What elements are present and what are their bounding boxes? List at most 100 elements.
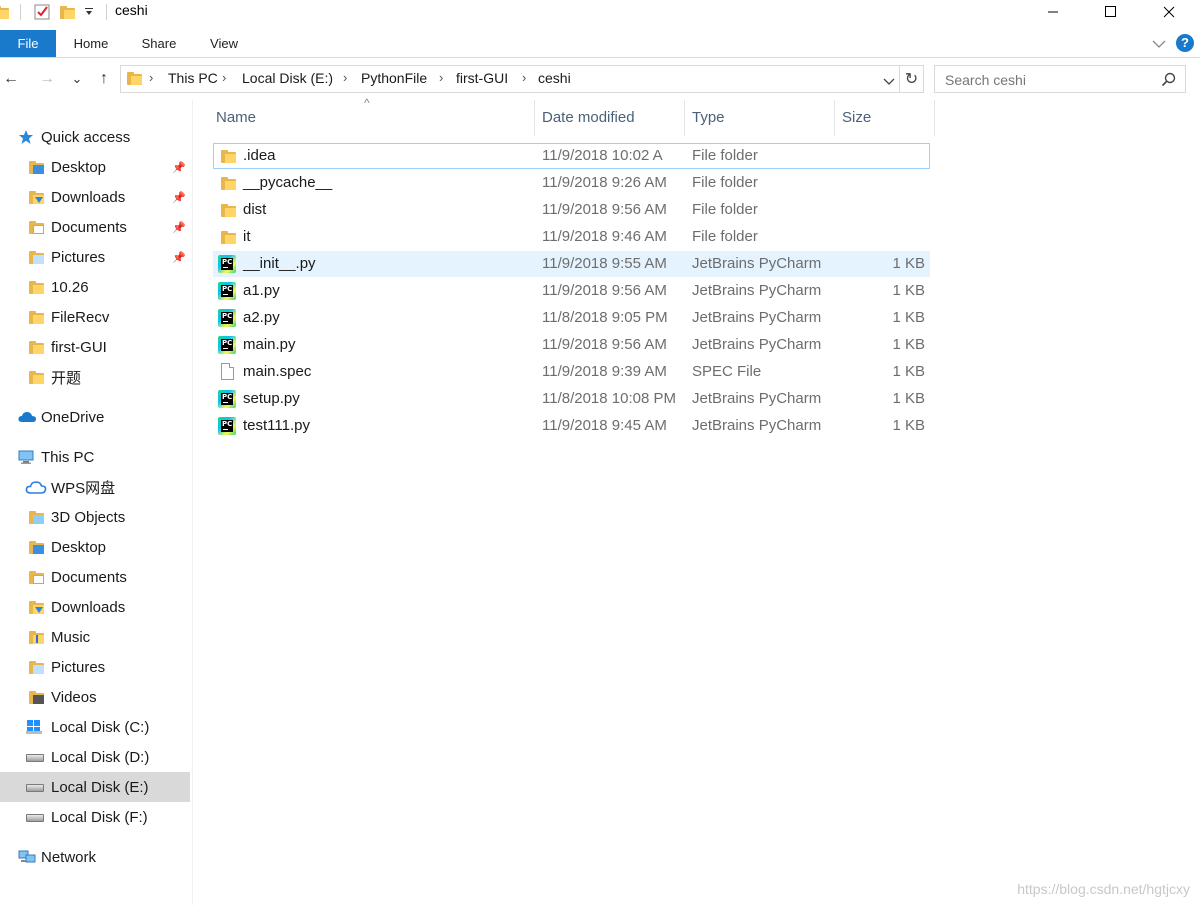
tab-home[interactable]: Home	[64, 30, 118, 57]
sidebar-item-this-pc[interactable]: This PC	[0, 442, 190, 472]
windows-drive-icon	[26, 720, 42, 734]
pycharm-file-icon: PC	[218, 282, 236, 300]
sidebar-item-onedrive[interactable]: OneDrive	[0, 402, 190, 432]
search-box[interactable]	[934, 65, 1186, 93]
file-row-idea[interactable]: .idea 11/9/2018 10:02 A File folder	[213, 143, 930, 169]
folder-icon	[221, 231, 236, 244]
file-row-pycache[interactable]: __pycache__ 11/9/2018 9:26 AM File folde…	[213, 170, 930, 196]
sidebar-item-kaiti[interactable]: 开题	[0, 362, 190, 392]
sidebar-item-wps-cloud[interactable]: WPS网盘	[0, 472, 190, 502]
breadcrumb-this-pc[interactable]: This PC	[168, 70, 218, 86]
documents-folder-icon	[29, 571, 44, 584]
sidebar-item-pictures-pc[interactable]: Pictures	[0, 652, 190, 682]
search-icon[interactable]	[1161, 72, 1176, 90]
maximize-icon[interactable]	[1087, 0, 1133, 24]
file-name: a2.py	[243, 309, 280, 326]
column-header-size[interactable]: Size	[835, 100, 935, 136]
sidebar-item-downloads-pc[interactable]: Downloads	[0, 592, 190, 622]
column-header-name[interactable]: Name	[209, 100, 535, 136]
breadcrumb-ceshi[interactable]: ceshi	[538, 70, 571, 86]
column-header-date-modified[interactable]: Date modified	[535, 100, 685, 136]
new-folder-icon[interactable]	[60, 3, 75, 21]
file-row-main-spec[interactable]: main.spec 11/9/2018 9:39 AM SPEC File 1 …	[213, 359, 930, 385]
sidebar-item-label: Downloads	[51, 188, 126, 206]
search-input[interactable]	[943, 70, 1157, 90]
file-row-init-py[interactable]: PC __init__.py 11/9/2018 9:55 AM JetBrai…	[213, 251, 930, 277]
breadcrumb-pythonfile[interactable]: PythonFile	[361, 70, 427, 86]
file-row-test111-py[interactable]: PC test111.py 11/9/2018 9:45 AM JetBrain…	[213, 413, 930, 439]
sidebar-item-3d-objects[interactable]: 3D Objects	[0, 502, 190, 532]
recent-locations-button[interactable]: ⌄	[66, 67, 88, 91]
sidebar-item-documents[interactable]: Documents 📌	[0, 212, 190, 242]
address-dropdown-icon[interactable]	[883, 74, 895, 90]
minimize-icon[interactable]	[1030, 0, 1076, 24]
file-row-dist[interactable]: dist 11/9/2018 9:56 AM File folder	[213, 197, 930, 223]
file-type: SPEC File	[692, 363, 762, 380]
customize-dropdown-icon[interactable]	[84, 3, 94, 21]
sidebar-item-first-gui[interactable]: first-GUI	[0, 332, 190, 362]
sidebar-item-local-disk-e[interactable]: Local Disk (E:)	[0, 772, 190, 802]
breadcrumb-local-disk-e[interactable]: Local Disk (E:)	[242, 70, 333, 86]
breadcrumb-first-gui[interactable]: first-GUI	[456, 70, 508, 86]
file-date: 11/9/2018 9:55 AM	[542, 255, 667, 272]
back-button[interactable]: ←	[0, 67, 22, 91]
sidebar-item-local-disk-c[interactable]: Local Disk (C:)	[0, 712, 190, 742]
pin-icon: 📌	[172, 191, 186, 204]
tab-file[interactable]: File	[0, 30, 56, 57]
close-icon[interactable]	[1146, 0, 1192, 24]
file-name: .idea	[243, 147, 276, 164]
sidebar-item-network[interactable]: Network	[0, 842, 190, 872]
sidebar-item-label: 3D Objects	[51, 508, 126, 526]
file-date: 11/8/2018 9:05 PM	[542, 309, 668, 326]
sidebar-item-documents-pc[interactable]: Documents	[0, 562, 190, 592]
address-bar[interactable]: › This PC › Local Disk (E:) › PythonFile…	[120, 65, 900, 93]
sidebar-item-desktop[interactable]: Desktop 📌	[0, 152, 190, 182]
chevron-right-icon[interactable]: ›	[222, 70, 226, 85]
sidebar-item-label: Documents	[51, 218, 127, 236]
tab-share[interactable]: Share	[133, 30, 185, 57]
refresh-button[interactable]: ↻	[900, 65, 924, 93]
help-icon[interactable]: ?	[1176, 34, 1194, 52]
file-type: File folder	[692, 201, 758, 218]
sidebar-item-desktop-pc[interactable]: Desktop	[0, 532, 190, 562]
file-row-a1-py[interactable]: PC a1.py 11/9/2018 9:56 AM JetBrains PyC…	[213, 278, 930, 304]
sidebar-item-filerecv[interactable]: FileRecv	[0, 302, 190, 332]
sidebar-item-label: Local Disk (D:)	[51, 748, 150, 766]
sidebar-item-local-disk-f[interactable]: Local Disk (F:)	[0, 802, 190, 832]
sidebar-item-label: Network	[41, 848, 97, 866]
file-row-main-py[interactable]: PC main.py 11/9/2018 9:56 AM JetBrains P…	[213, 332, 930, 358]
chevron-right-icon[interactable]: ›	[343, 70, 347, 85]
column-header-type[interactable]: Type	[685, 100, 835, 136]
forward-button[interactable]: →	[36, 67, 58, 91]
file-name: it	[243, 228, 251, 245]
properties-check-icon[interactable]	[33, 3, 51, 21]
chevron-right-icon[interactable]: ›	[439, 70, 443, 85]
sidebar-item-quick-access[interactable]: Quick access	[0, 122, 190, 152]
downloads-folder-icon	[29, 191, 44, 204]
sidebar-item-pictures[interactable]: Pictures 📌	[0, 242, 190, 272]
blank-file-icon	[221, 363, 234, 380]
sidebar-item-music[interactable]: Music	[0, 622, 190, 652]
file-type: JetBrains PyCharm	[692, 417, 822, 434]
sidebar-item-label: 10.26	[51, 278, 89, 296]
sidebar-item-videos[interactable]: Videos	[0, 682, 190, 712]
pycharm-file-icon: PC	[218, 255, 236, 273]
chevron-right-icon[interactable]: ›	[522, 70, 526, 85]
address-row: ← → ⌄ ↑ › This PC › Local Disk (E:) › Py…	[0, 63, 1200, 95]
pin-icon: 📌	[172, 221, 186, 234]
expand-ribbon-icon[interactable]	[1152, 36, 1166, 52]
tab-view[interactable]: View	[200, 30, 248, 57]
folder-icon	[29, 341, 44, 354]
sidebar-item-downloads[interactable]: Downloads 📌	[0, 182, 190, 212]
file-row-setup-py[interactable]: PC setup.py 11/8/2018 10:08 PM JetBrains…	[213, 386, 930, 412]
sidebar-item-local-disk-d[interactable]: Local Disk (D:)	[0, 742, 190, 772]
up-button[interactable]: ↑	[93, 67, 115, 91]
sidebar-item-10-26[interactable]: 10.26	[0, 272, 190, 302]
network-icon	[18, 850, 36, 863]
chevron-right-icon[interactable]: ›	[149, 70, 153, 85]
file-row-it[interactable]: it 11/9/2018 9:46 AM File folder	[213, 224, 930, 250]
file-date: 11/9/2018 10:02 A	[542, 147, 663, 164]
cloud-icon	[18, 412, 36, 422]
file-type: File folder	[692, 147, 758, 164]
file-row-a2-py[interactable]: PC a2.py 11/8/2018 9:05 PM JetBrains PyC…	[213, 305, 930, 331]
